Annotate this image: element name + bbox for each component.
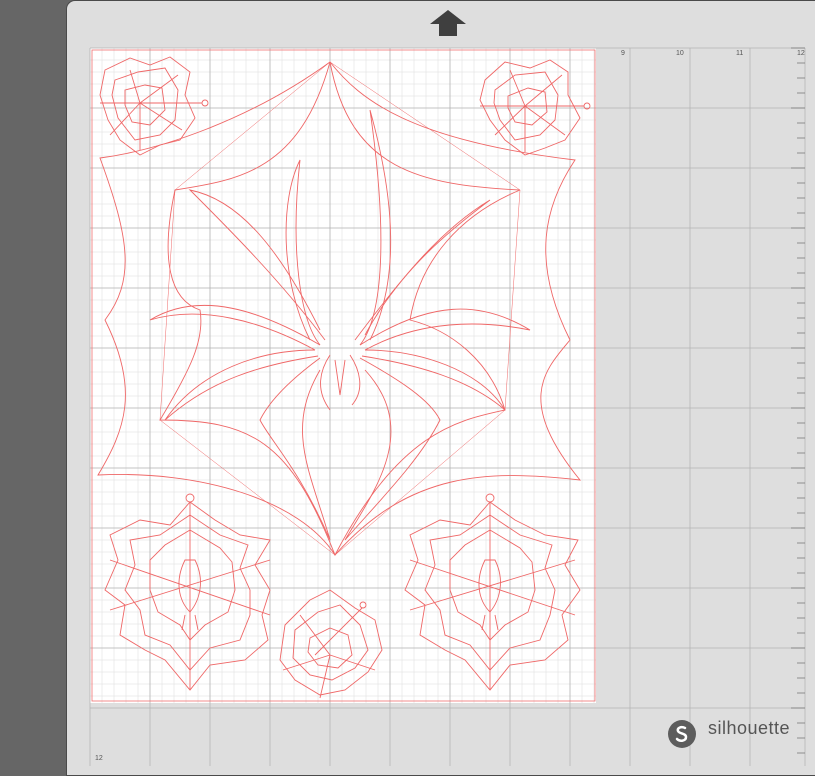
brand: silhouette [668,716,790,750]
large-spider-web[interactable] [97,61,582,557]
small-web-top-left[interactable] [99,56,209,156]
spider-web-design[interactable] [0,0,815,776]
web-ornament-bottom-right[interactable] [404,493,581,691]
web-ornament-bottom-left[interactable] [104,493,271,691]
brand-text: silhouette [708,718,791,738]
silhouette-logo-icon [668,720,696,748]
large-spider[interactable] [149,109,531,541]
small-web-bottom-center[interactable] [279,589,383,699]
small-web-top-right[interactable] [479,59,591,156]
